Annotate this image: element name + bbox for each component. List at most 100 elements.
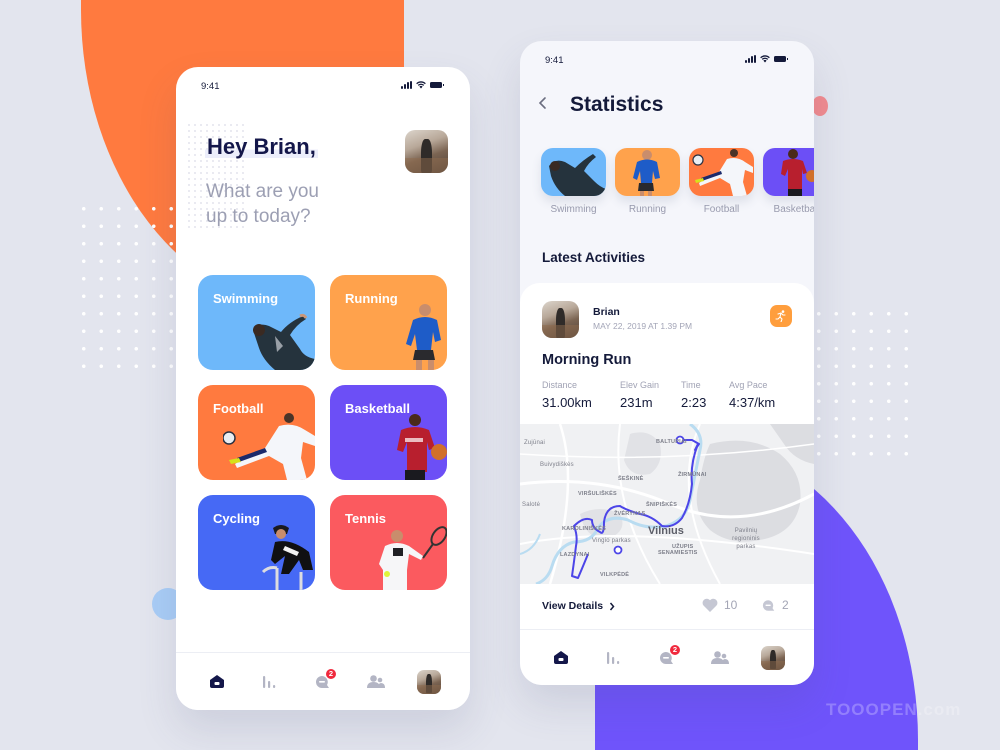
map-place-label: Pavilnių regioninis parkas [732,528,760,550]
map-place-label: Karoliniškės [562,526,606,532]
map-place-label: Šeškinė [618,476,644,482]
tile-football[interactable]: Football [198,385,315,480]
home-icon [209,675,224,688]
activity-title: Morning Run [542,352,632,368]
status-time: 9:41 [545,55,564,66]
metric-avg-pace: Avg Pace 4:37/km [729,380,799,410]
comment-icon [762,599,775,611]
category-label: Swimming [550,204,597,215]
back-button[interactable] [538,96,552,114]
profile-avatar[interactable] [405,130,448,173]
tile-label: Running [345,291,398,306]
category-running[interactable]: Running [615,148,680,215]
map-place-label: Lazdynai [560,552,590,558]
heart-icon [702,598,718,612]
tile-basketball[interactable]: Basketball [330,385,447,480]
map-place-label: Buivydiškės [540,462,574,468]
football-player-icon [223,413,315,480]
tile-swimming[interactable]: Swimming [198,275,315,370]
swimmer-icon [253,313,315,370]
battery-icon [430,82,444,88]
tab-bar: 2 [520,629,814,685]
route-map[interactable]: Zujūnai Buivydiškės Baltupiai Šeškinė Ži… [520,424,814,584]
sport-tiles: Swimming Running Football Basketball Cyc… [198,275,448,590]
category-image [763,148,814,196]
notification-badge: 2 [668,643,681,656]
tile-running[interactable]: Running [330,275,447,370]
metric-value: 4:37/km [729,395,776,410]
comments-count: 2 [782,598,789,612]
tab-people[interactable] [705,643,735,673]
category-image [541,148,606,196]
map-place-label: Šnipiškės [646,502,678,508]
tab-stats[interactable] [599,643,629,673]
wifi-icon [760,55,770,63]
stats-icon [262,675,275,688]
background-dot-grid [75,200,185,370]
tab-messages[interactable]: 2 [308,667,338,697]
tab-stats[interactable] [255,667,285,697]
view-details-link[interactable]: View Details [542,600,615,612]
home-screen: 9:41 Hey Brian, What are you up to today… [176,67,470,710]
status-bar: 9:41 [520,41,814,81]
metric-value: 231m [620,395,653,410]
category-image [689,148,754,196]
tab-home[interactable] [202,667,232,697]
greeting-subtitle: What are you up to today? [206,181,319,227]
signal-icon [401,81,412,89]
tile-label: Cycling [213,511,260,526]
likes-button[interactable]: 10 [702,598,737,612]
metric-label: Time [681,380,701,390]
map-place-label: Žirmūnai [678,472,707,478]
category-basketball[interactable]: Basketbal [763,148,814,215]
activity-type-badge [770,305,792,327]
home-icon [553,651,568,664]
football-player-icon [692,149,753,196]
tile-tennis[interactable]: Tennis [330,495,447,590]
watermark: TOOOPEN.com [826,700,962,719]
activity-user-name: Brian [593,306,620,318]
category-carousel[interactable]: Swimming Running Football Basketbal [541,148,814,215]
profile-avatar [761,645,786,670]
tab-profile[interactable] [414,667,444,697]
chevron-right-icon [610,602,615,610]
map-place-label: Vingio parkas [592,538,631,544]
tab-profile[interactable] [758,643,788,673]
running-icon [775,310,786,322]
runner-icon [406,304,441,370]
section-title: Latest Activities [542,250,646,265]
metric-time: Time 2:23 [681,380,729,410]
greeting-title: Hey Brian, [205,134,318,160]
profile-avatar [417,669,442,694]
tile-label: Swimming [213,291,279,306]
category-image [615,148,680,196]
people-icon [711,651,730,664]
status-icons [401,81,444,89]
comments-button[interactable]: 2 [762,598,789,612]
activity-card: Brian MAY 22, 2019 AT 1.39 PM Morning Ru… [520,283,814,629]
map-place-label: Vilkpėdė [600,572,630,578]
map-city-label: Vilnius [648,525,684,537]
view-details-label: View Details [542,600,604,612]
metric-label: Elev Gain [620,380,660,390]
background-dot-grid [810,305,920,465]
people-icon [367,675,386,688]
user-avatar[interactable] [542,301,579,338]
tab-messages[interactable]: 2 [652,643,682,673]
status-icons [745,55,788,63]
metric-label: Avg Pace [729,380,768,390]
chevron-left-icon [538,97,546,109]
tab-home[interactable] [546,643,576,673]
metric-value: 2:23 [681,395,707,410]
map-place-label: Salotė [522,502,541,508]
map-place-label: Senamiestis [658,550,698,556]
category-swimming[interactable]: Swimming [541,148,606,215]
tab-people[interactable] [361,667,391,697]
swimmer-icon [549,154,606,196]
category-football[interactable]: Football [689,148,754,215]
category-label: Running [628,204,667,215]
cyclist-icon [261,525,313,590]
basketball-player-icon [781,149,814,196]
tile-cycling[interactable]: Cycling [198,495,315,590]
map-place-label: Žvėrynas [614,511,646,517]
